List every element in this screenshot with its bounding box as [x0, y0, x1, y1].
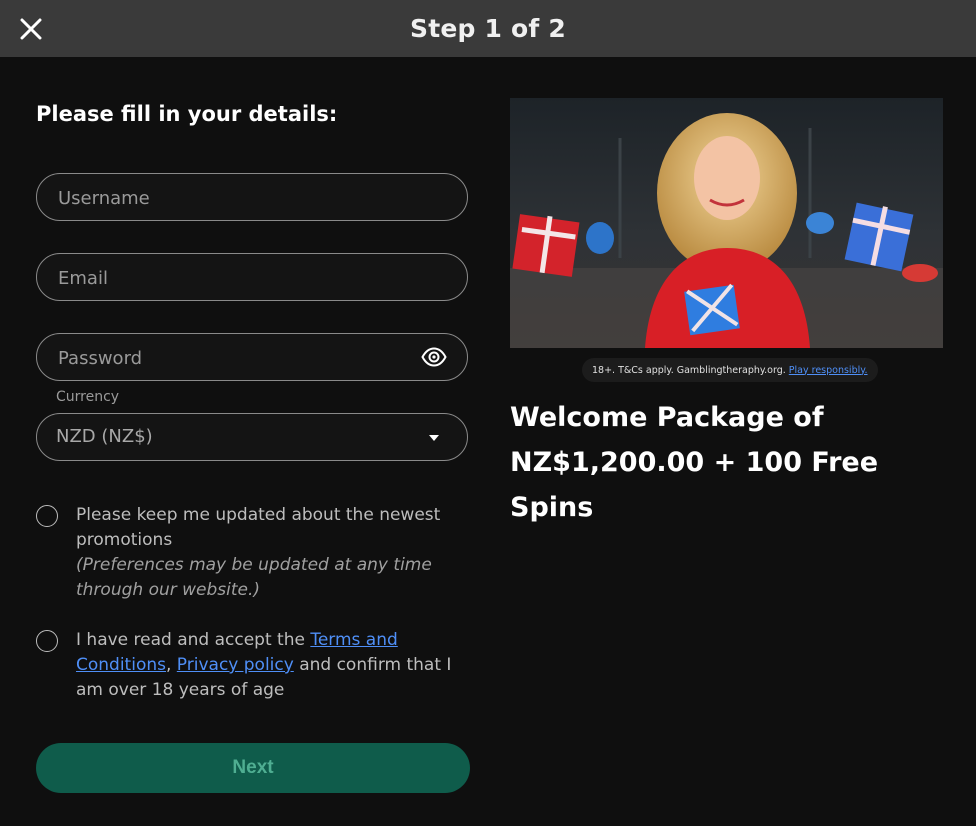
terms-checkbox[interactable]: [36, 630, 58, 652]
disclaimer-pill: 18+. T&Cs apply. Gamblingtheraphy.org. P…: [582, 358, 878, 382]
next-button[interactable]: Next: [36, 743, 470, 793]
privacy-link[interactable]: Privacy policy: [177, 655, 294, 675]
eye-icon[interactable]: [421, 347, 447, 367]
welcome-offer: Welcome Package of NZ$1,200.00 + 100 Fre…: [510, 395, 950, 530]
close-button[interactable]: [14, 12, 48, 46]
currency-value: NZD (NZ$): [56, 426, 153, 447]
welcome-line-1: Welcome Package of: [510, 402, 824, 433]
chevron-down-icon: [429, 435, 439, 441]
step-title: Step 1 of 2: [410, 14, 566, 43]
username-field: [36, 173, 468, 222]
promo-banner-graphic: [510, 98, 943, 348]
password-field: [36, 333, 468, 382]
promotions-text-block: Please keep me updated about the newest …: [76, 503, 476, 603]
terms-text-block: I have read and accept the Terms and Con…: [76, 628, 476, 703]
promotions-note: (Preferences may be updated at any time …: [76, 555, 432, 600]
promo-banner-image: [510, 98, 943, 348]
disclaimer-text: 18+. T&Cs apply. Gamblingtheraphy.org.: [592, 364, 786, 376]
close-icon: [20, 18, 42, 40]
form-heading: Please fill in your details:: [36, 102, 338, 126]
promotions-text: Please keep me updated about the newest …: [76, 505, 441, 550]
currency-label: Currency: [56, 389, 120, 405]
username-input[interactable]: [56, 174, 420, 222]
password-input[interactable]: [56, 334, 420, 382]
email-field: [36, 253, 468, 302]
welcome-line-2: NZ$1,200.00 + 100 Free Spins: [510, 447, 879, 523]
currency-select[interactable]: NZD (NZ$): [36, 413, 468, 461]
terms-prefix: I have read and accept the: [76, 630, 311, 650]
terms-separator: ,: [165, 655, 177, 675]
modal-header: Step 1 of 2: [0, 0, 976, 57]
promotions-checkbox[interactable]: [36, 505, 58, 527]
play-responsibly-link[interactable]: Play responsibly.: [789, 365, 868, 376]
email-input[interactable]: [56, 254, 420, 302]
